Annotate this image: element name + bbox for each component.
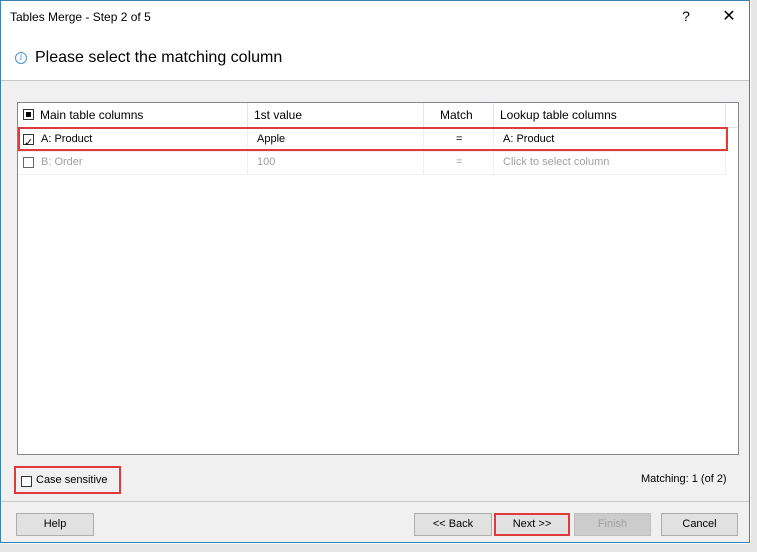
row-checkbox-unchecked[interactable] <box>23 157 34 168</box>
info-icon: i <box>15 52 27 64</box>
background-right-edge <box>751 0 757 552</box>
table-row[interactable]: A: Product Apple = A: Product <box>18 128 726 155</box>
matching-columns-table: Main table columns 1st value Match Looku… <box>17 102 739 455</box>
background-bottom-edge <box>0 544 757 552</box>
main-column-cell: A: Product <box>18 128 248 155</box>
footer-divider <box>1 501 749 502</box>
title-bar: Tables Merge - Step 2 of 5 ? ✕ <box>1 1 749 32</box>
first-value-cell: Apple <box>248 128 424 151</box>
back-button[interactable]: << Back <box>414 513 492 536</box>
case-sensitive-label[interactable]: Case sensitive <box>36 474 108 486</box>
tables-merge-dialog: Tables Merge - Step 2 of 5 ? ✕ i Please … <box>0 0 750 543</box>
case-sensitive-checkbox[interactable] <box>21 476 32 487</box>
table-header: Main table columns 1st value Match Looku… <box>18 103 738 128</box>
close-icon[interactable]: ✕ <box>712 1 746 32</box>
help-button[interactable]: Help <box>16 513 94 536</box>
lookup-column-cell[interactable]: Click to select column <box>494 151 726 174</box>
case-sensitive-highlight: Case sensitive <box>14 466 121 494</box>
finish-button[interactable]: Finish <box>574 513 651 536</box>
match-operator-cell: = <box>424 151 494 174</box>
matching-count: Matching: 1 (of 2) <box>641 473 727 485</box>
step-heading: Please select the matching column <box>35 49 283 66</box>
column-header-first-value[interactable]: 1st value <box>248 103 424 127</box>
next-button[interactable]: Next >> <box>494 513 570 536</box>
main-column-value: B: Order <box>41 156 83 168</box>
column-header-main-label: Main table columns <box>40 108 144 122</box>
help-icon[interactable]: ? <box>669 1 703 32</box>
match-operator-cell: = <box>424 128 494 151</box>
first-value-cell: 100 <box>248 151 424 174</box>
window-title: Tables Merge - Step 2 of 5 <box>10 10 151 24</box>
main-column-value: A: Product <box>41 133 93 145</box>
column-header-lookup[interactable]: Lookup table columns <box>494 103 726 127</box>
row-checkbox-checked[interactable] <box>23 132 34 155</box>
cancel-button[interactable]: Cancel <box>661 513 738 536</box>
column-header-main[interactable]: Main table columns <box>18 103 248 127</box>
column-header-match[interactable]: Match <box>424 103 494 127</box>
step-header: i Please select the matching column <box>1 32 749 81</box>
lookup-column-cell[interactable]: A: Product <box>494 128 726 151</box>
table-row[interactable]: B: Order 100 = Click to select column <box>18 151 726 175</box>
select-all-checkbox[interactable] <box>23 109 34 120</box>
main-column-cell: B: Order <box>18 151 248 174</box>
